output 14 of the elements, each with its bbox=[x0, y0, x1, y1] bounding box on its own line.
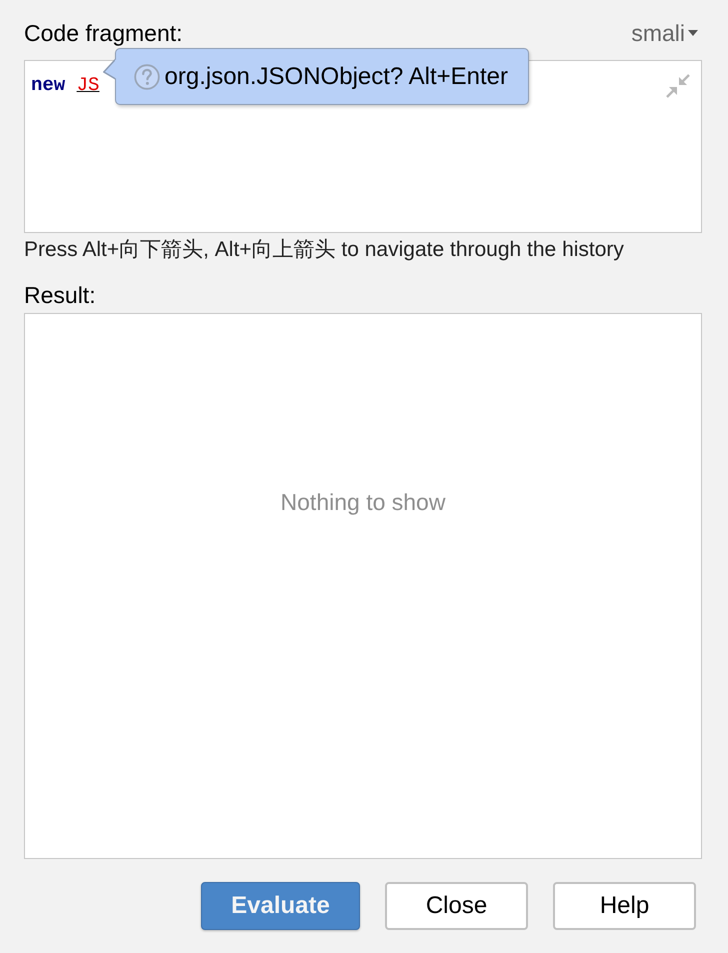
history-hint: Press Alt+向下箭头, Alt+向上箭头 to navigate through the history bbox=[24, 237, 625, 263]
close-button[interactable]: Close bbox=[385, 882, 528, 930]
question-icon bbox=[134, 64, 160, 90]
result-label: Result: bbox=[24, 282, 96, 308]
code-fragment-label: Code fragment: bbox=[24, 20, 183, 46]
language-dropdown[interactable]: smali bbox=[631, 19, 702, 47]
collapse-icon[interactable] bbox=[666, 74, 690, 98]
caret-icon bbox=[688, 30, 698, 36]
empty-state-text: Nothing to show bbox=[280, 488, 446, 516]
help-button[interactable]: Help bbox=[553, 882, 696, 930]
tooltip-text: org.json.JSONObject? Alt+Enter bbox=[164, 62, 508, 90]
tooltip-pointer bbox=[103, 58, 116, 80]
import-tooltip[interactable]: org.json.JSONObject? Alt+Enter bbox=[114, 48, 529, 105]
code-line: new JS bbox=[31, 73, 100, 97]
